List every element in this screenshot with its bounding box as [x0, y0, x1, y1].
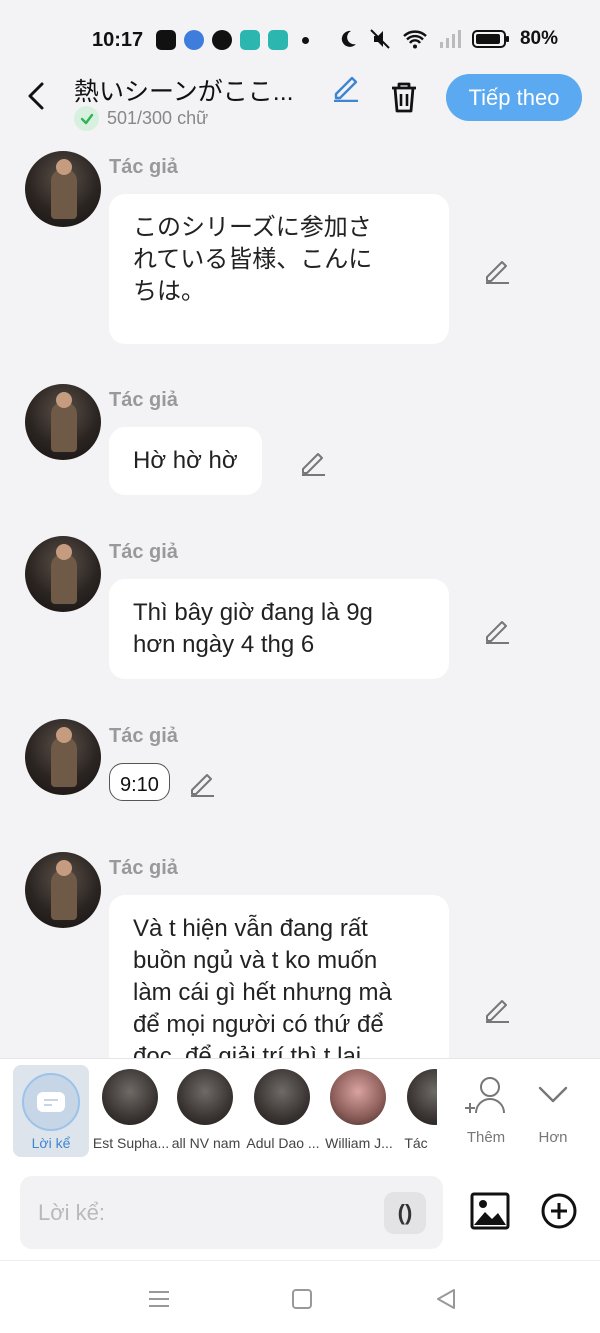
edit-message-button[interactable] — [482, 994, 512, 1024]
signal-icon — [439, 30, 461, 48]
edit-message-button[interactable] — [482, 615, 512, 645]
narration-input[interactable]: Lời kể: () — [20, 1176, 443, 1249]
moon-icon — [341, 30, 356, 47]
author-avatar[interactable] — [25, 852, 101, 928]
pencil-icon — [302, 453, 325, 476]
check-icon — [74, 106, 99, 131]
author-name: Tác giả — [109, 857, 178, 879]
add-user-icon — [465, 1077, 505, 1114]
shopping-icon — [268, 30, 288, 50]
battery-icon — [471, 30, 509, 48]
message-bubble[interactable]: Hờ hờ hờ — [109, 427, 262, 495]
author-name: Tác giả — [109, 725, 178, 747]
expand-label: Hơn — [538, 1129, 568, 1146]
author-avatar[interactable] — [25, 384, 101, 460]
status-time: 10:17 — [92, 29, 144, 51]
character-item[interactable]: Adul Dao ... — [242, 1069, 320, 1159]
character-label: Est Supha... — [92, 1135, 170, 1151]
edit-message-button[interactable] — [298, 447, 328, 477]
trash-icon — [392, 82, 416, 113]
character-avatar — [330, 1069, 386, 1125]
shopping-icon — [240, 30, 260, 50]
expand-button[interactable]: Hơn — [523, 1071, 583, 1155]
parentheses-button[interactable]: () — [384, 1192, 426, 1234]
message-list[interactable]: Tác giả このシリーズに参加さ れている皆様、こんに ちは。 Tác gi… — [0, 134, 600, 1058]
message-bubble[interactable]: Và t hiện vẫn đang rất buồn ngủ và t ko … — [109, 895, 449, 1058]
character-item[interactable]: all NV nam — [165, 1069, 241, 1159]
app-root: 10:17 80% 熱いシーンがここ... 501/300 chữ Tiếp t… — [0, 0, 600, 1333]
app-notification-icon — [184, 30, 204, 50]
delete-button[interactable] — [386, 78, 422, 116]
author-name: Tác giả — [109, 389, 178, 411]
more-notifications-dot — [302, 36, 309, 44]
character-label: William J... — [325, 1135, 393, 1151]
narrator-selector[interactable]: Lời kể — [13, 1065, 89, 1157]
character-item[interactable]: William J... — [318, 1069, 394, 1159]
author-avatar[interactable] — [25, 719, 101, 795]
time-bubble[interactable]: 9:10 — [109, 763, 170, 801]
battery-percent: 80% — [519, 28, 558, 49]
word-count-row: 501/300 chữ — [74, 106, 208, 131]
status-bar: 10:17 80% — [0, 0, 600, 62]
back-button[interactable] — [22, 78, 52, 114]
add-character-label: Thêm — [466, 1129, 506, 1146]
character-item[interactable]: Tác — [395, 1069, 437, 1159]
character-label: Tác — [404, 1135, 428, 1151]
app-notification-icon — [156, 30, 176, 50]
pencil-icon — [191, 774, 214, 797]
recent-apps-icon[interactable] — [145, 1285, 173, 1313]
story-title[interactable]: 熱いシーンがここ... — [74, 72, 310, 108]
word-count: 501/300 chữ — [107, 108, 209, 128]
character-avatar — [407, 1069, 437, 1125]
plus-circle-icon — [541, 1193, 577, 1229]
mute-icon — [370, 29, 390, 49]
chevron-left-icon — [28, 82, 44, 110]
system-nav-bar — [0, 1260, 600, 1333]
chevron-down-icon — [538, 1086, 568, 1103]
pencil-icon — [334, 76, 358, 103]
input-row: Lời kể: () — [0, 1166, 600, 1260]
edit-message-button[interactable] — [187, 768, 217, 798]
back-triangle-icon[interactable] — [432, 1285, 460, 1313]
insert-image-button[interactable] — [470, 1192, 510, 1230]
message-bubble[interactable]: Thì bây giờ đang là 9g hơn ngày 4 thg 6 — [109, 579, 449, 679]
wifi-icon — [403, 30, 427, 49]
image-icon — [470, 1192, 510, 1230]
character-avatar — [102, 1069, 158, 1125]
character-bar: Lời kể Est Supha... all NV nam Adul Dao … — [0, 1058, 600, 1166]
character-avatar — [254, 1069, 310, 1125]
author-name: Tác giả — [109, 156, 178, 178]
pencil-icon — [486, 1000, 509, 1023]
message-bubble[interactable]: このシリーズに参加さ れている皆様、こんに ちは。 — [109, 194, 449, 344]
edit-title-button[interactable] — [330, 70, 362, 103]
edit-message-button[interactable] — [482, 255, 512, 285]
character-label: Adul Dao ... — [246, 1135, 320, 1151]
pencil-icon — [486, 621, 509, 644]
narrator-icon — [22, 1073, 80, 1131]
editor-header: 熱いシーンがここ... 501/300 chữ Tiếp theo — [0, 62, 600, 134]
author-avatar[interactable] — [25, 536, 101, 612]
notification-icons — [156, 30, 309, 50]
character-avatar — [177, 1069, 233, 1125]
author-name: Tác giả — [109, 541, 178, 563]
add-character-button[interactable]: Thêm — [456, 1071, 516, 1155]
pinterest-icon — [212, 30, 232, 50]
narrator-label: Lời kể — [31, 1135, 71, 1151]
pencil-icon — [486, 261, 509, 284]
character-label: all NV nam — [171, 1135, 241, 1151]
author-avatar[interactable] — [25, 151, 101, 227]
character-item[interactable]: Est Supha... — [90, 1069, 169, 1159]
system-status-icons: 80% — [338, 28, 558, 50]
next-button[interactable]: Tiếp theo — [446, 74, 582, 121]
add-button[interactable] — [540, 1192, 578, 1230]
home-icon[interactable] — [288, 1285, 316, 1313]
narration-placeholder: Lời kể: — [38, 1200, 106, 1225]
